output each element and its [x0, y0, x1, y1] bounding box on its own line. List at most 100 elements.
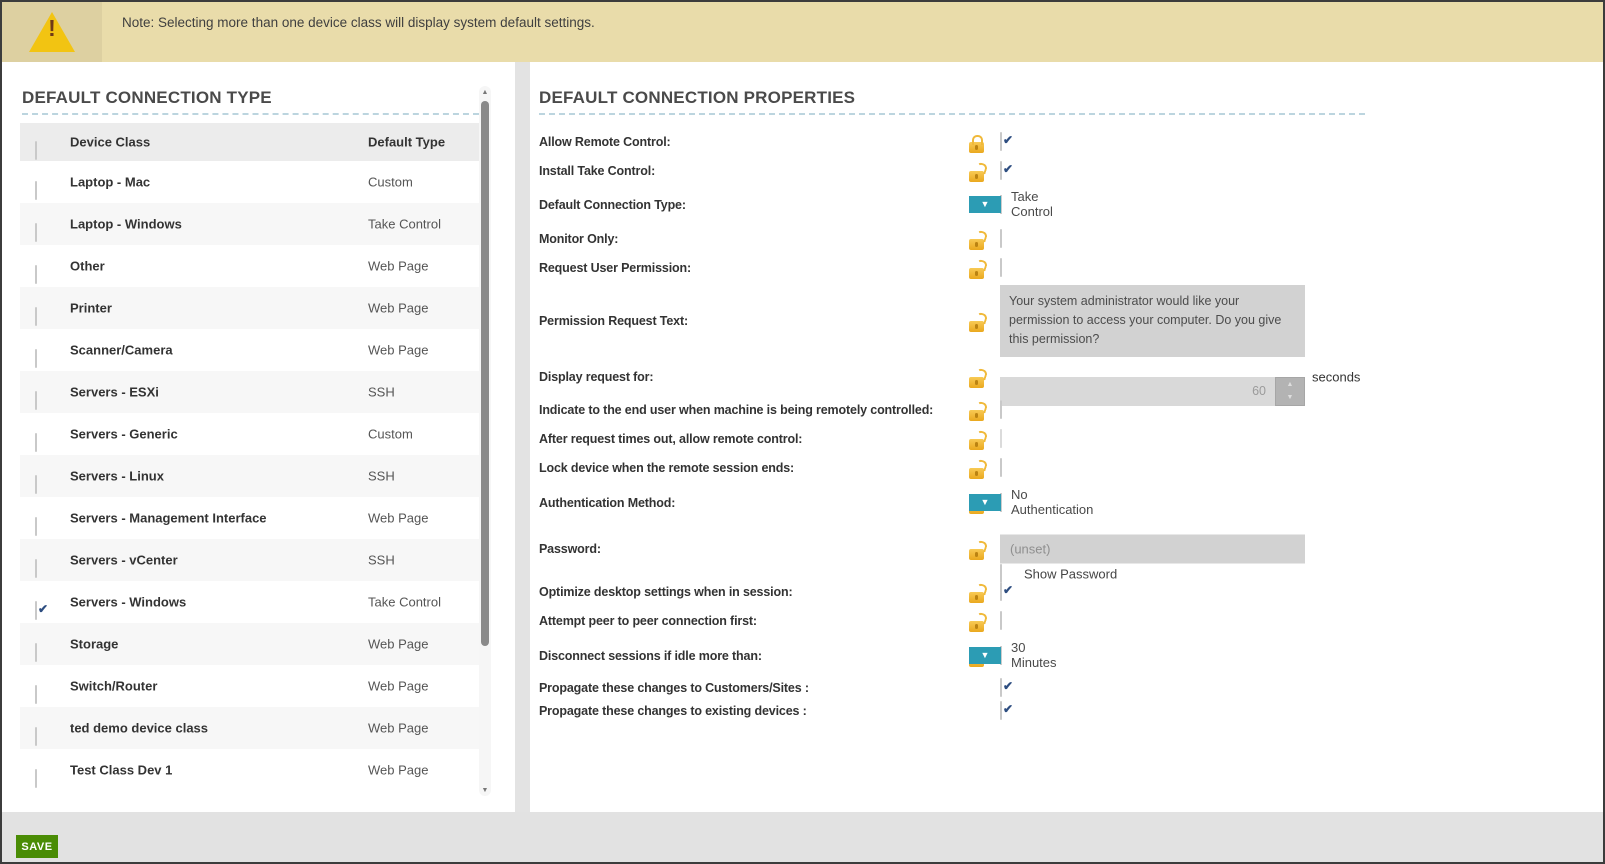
left-panel-scrollbar[interactable]: ▲ ▼	[479, 86, 491, 796]
select-value: Take Control	[1011, 189, 1053, 219]
chevron-down-icon[interactable]: ▼	[969, 494, 1001, 511]
row-checkbox[interactable]	[35, 349, 37, 368]
chevron-down-icon[interactable]: ▼	[969, 196, 1001, 213]
row-checkbox[interactable]	[35, 307, 37, 326]
table-row[interactable]: Other Web Page	[20, 245, 479, 287]
unlock-icon[interactable]	[969, 239, 984, 250]
row-checkbox[interactable]	[35, 559, 37, 578]
footer-bar	[2, 812, 1603, 862]
unlock-icon[interactable]	[969, 377, 984, 388]
lock-icon[interactable]	[969, 142, 984, 153]
unlock-icon[interactable]	[969, 439, 984, 450]
table-row[interactable]: ted demo device class Web Page	[20, 707, 479, 749]
row-checkbox[interactable]	[35, 181, 37, 200]
default-type-cell: Web Page	[368, 637, 428, 652]
authentication-method-label: Authentication Method:	[539, 496, 675, 510]
table-row[interactable]: Printer Web Page	[20, 287, 479, 329]
authentication-method-select[interactable]: No Authentication ▼	[1000, 493, 1002, 512]
table-row[interactable]: Scanner/Camera Web Page	[20, 329, 479, 371]
unlock-icon[interactable]	[969, 549, 984, 560]
table-row[interactable]: Laptop - Mac Custom	[20, 161, 479, 203]
optimize-desktop-checkbox[interactable]	[1000, 582, 1002, 601]
row-checkbox[interactable]	[35, 391, 37, 410]
table-row[interactable]: Servers - Generic Custom	[20, 413, 479, 455]
permission-request-text-label: Permission Request Text:	[539, 314, 688, 328]
device-class-cell: Laptop - Windows	[70, 217, 182, 232]
unlock-icon[interactable]	[969, 268, 984, 279]
password-input: (unset)	[1000, 534, 1305, 563]
after-request-timeout-checkbox	[1000, 429, 1002, 448]
device-class-cell: Servers - Generic	[70, 427, 178, 442]
row-checkbox[interactable]	[35, 475, 37, 494]
row-default-connection-type: Default Connection Type: Take Control ▼	[539, 188, 1379, 221]
request-user-permission-checkbox[interactable]	[1000, 258, 1002, 277]
permission-request-textarea: Your system administrator would like you…	[1000, 285, 1305, 357]
row-display-request-for: Display request for: 60 ▲ ▼ seconds	[539, 362, 1379, 391]
disconnect-idle-select[interactable]: 30 Minutes ▼	[1000, 646, 1002, 665]
table-row[interactable]: Servers - Linux SSH	[20, 455, 479, 497]
device-class-cell: Other	[70, 259, 105, 274]
chevron-down-icon[interactable]: ▼	[969, 647, 1001, 664]
table-row[interactable]: Storage Web Page	[20, 623, 479, 665]
propagate-devices-checkbox[interactable]	[1000, 701, 1002, 720]
table-row[interactable]: Servers - Windows Take Control	[20, 581, 479, 623]
password-label: Password:	[539, 542, 601, 556]
lock-device-session-end-checkbox[interactable]	[1000, 458, 1002, 477]
row-checkbox[interactable]	[35, 433, 37, 452]
table-row[interactable]: Servers - Management Interface Web Page	[20, 497, 479, 539]
row-checkbox[interactable]	[35, 517, 37, 536]
unlock-icon[interactable]	[969, 171, 984, 182]
left-title-underline	[22, 113, 479, 115]
row-authentication-method: Authentication Method: No Authentication…	[539, 486, 1379, 519]
unlock-icon[interactable]	[969, 468, 984, 479]
settings-window: ! Note: Selecting more than one device c…	[0, 0, 1605, 864]
device-class-cell: Servers - Windows	[70, 595, 186, 610]
allow-remote-control-checkbox[interactable]	[1000, 132, 1002, 151]
banner-icon-strip: !	[2, 2, 102, 62]
unlock-icon[interactable]	[969, 410, 984, 421]
attempt-p2p-checkbox[interactable]	[1000, 611, 1002, 630]
table-row[interactable]: Laptop - Windows Take Control	[20, 203, 479, 245]
default-type-cell: Web Page	[368, 763, 428, 778]
unlock-icon[interactable]	[969, 621, 984, 632]
install-take-control-checkbox[interactable]	[1000, 161, 1002, 180]
monitor-only-label: Monitor Only:	[539, 232, 618, 246]
default-type-cell: Custom	[368, 175, 413, 190]
spinner-up-icon: ▲	[1276, 378, 1304, 392]
propagate-customers-checkbox[interactable]	[1000, 678, 1002, 697]
row-install-take-control: Install Take Control:	[539, 157, 1379, 185]
allow-remote-control-label: Allow Remote Control:	[539, 135, 671, 149]
indicate-remote-control-checkbox[interactable]	[1000, 400, 1002, 419]
row-checkbox[interactable]	[35, 601, 37, 620]
scroll-down-icon[interactable]: ▼	[479, 784, 491, 796]
right-panel-title: DEFAULT CONNECTION PROPERTIES	[539, 88, 855, 108]
monitor-only-checkbox[interactable]	[1000, 229, 1002, 248]
default-type-cell: Take Control	[368, 595, 441, 610]
scrollbar-thumb[interactable]	[481, 101, 489, 646]
row-checkbox[interactable]	[35, 769, 37, 788]
unlock-icon[interactable]	[969, 321, 984, 332]
row-checkbox[interactable]	[35, 643, 37, 662]
row-checkbox[interactable]	[35, 685, 37, 704]
row-indicate-remote-control: Indicate to the end user when machine is…	[539, 396, 1379, 424]
device-class-cell: Scanner/Camera	[70, 343, 173, 358]
default-type-cell: Web Page	[368, 721, 428, 736]
scroll-up-icon[interactable]: ▲	[479, 86, 491, 98]
display-request-for-label: Display request for:	[539, 370, 653, 384]
table-row[interactable]: Test Class Dev 1 Web Page	[20, 749, 479, 791]
table-row[interactable]: Switch/Router Web Page	[20, 665, 479, 707]
row-checkbox[interactable]	[35, 223, 37, 242]
table-row[interactable]: Servers - vCenter SSH	[20, 539, 479, 581]
attempt-p2p-label: Attempt peer to peer connection first:	[539, 614, 757, 628]
default-type-cell: Take Control	[368, 217, 441, 232]
default-connection-type-select[interactable]: Take Control ▼	[1000, 195, 1002, 214]
unlock-icon[interactable]	[969, 592, 984, 603]
seconds-unit-label: seconds	[1312, 369, 1360, 384]
install-take-control-label: Install Take Control:	[539, 164, 655, 178]
row-checkbox[interactable]	[35, 265, 37, 284]
save-button[interactable]: SAVE	[16, 835, 58, 858]
select-all-checkbox[interactable]	[35, 141, 37, 160]
device-class-cell: Storage	[70, 637, 118, 652]
table-row[interactable]: Servers - ESXi SSH	[20, 371, 479, 413]
row-checkbox[interactable]	[35, 727, 37, 746]
